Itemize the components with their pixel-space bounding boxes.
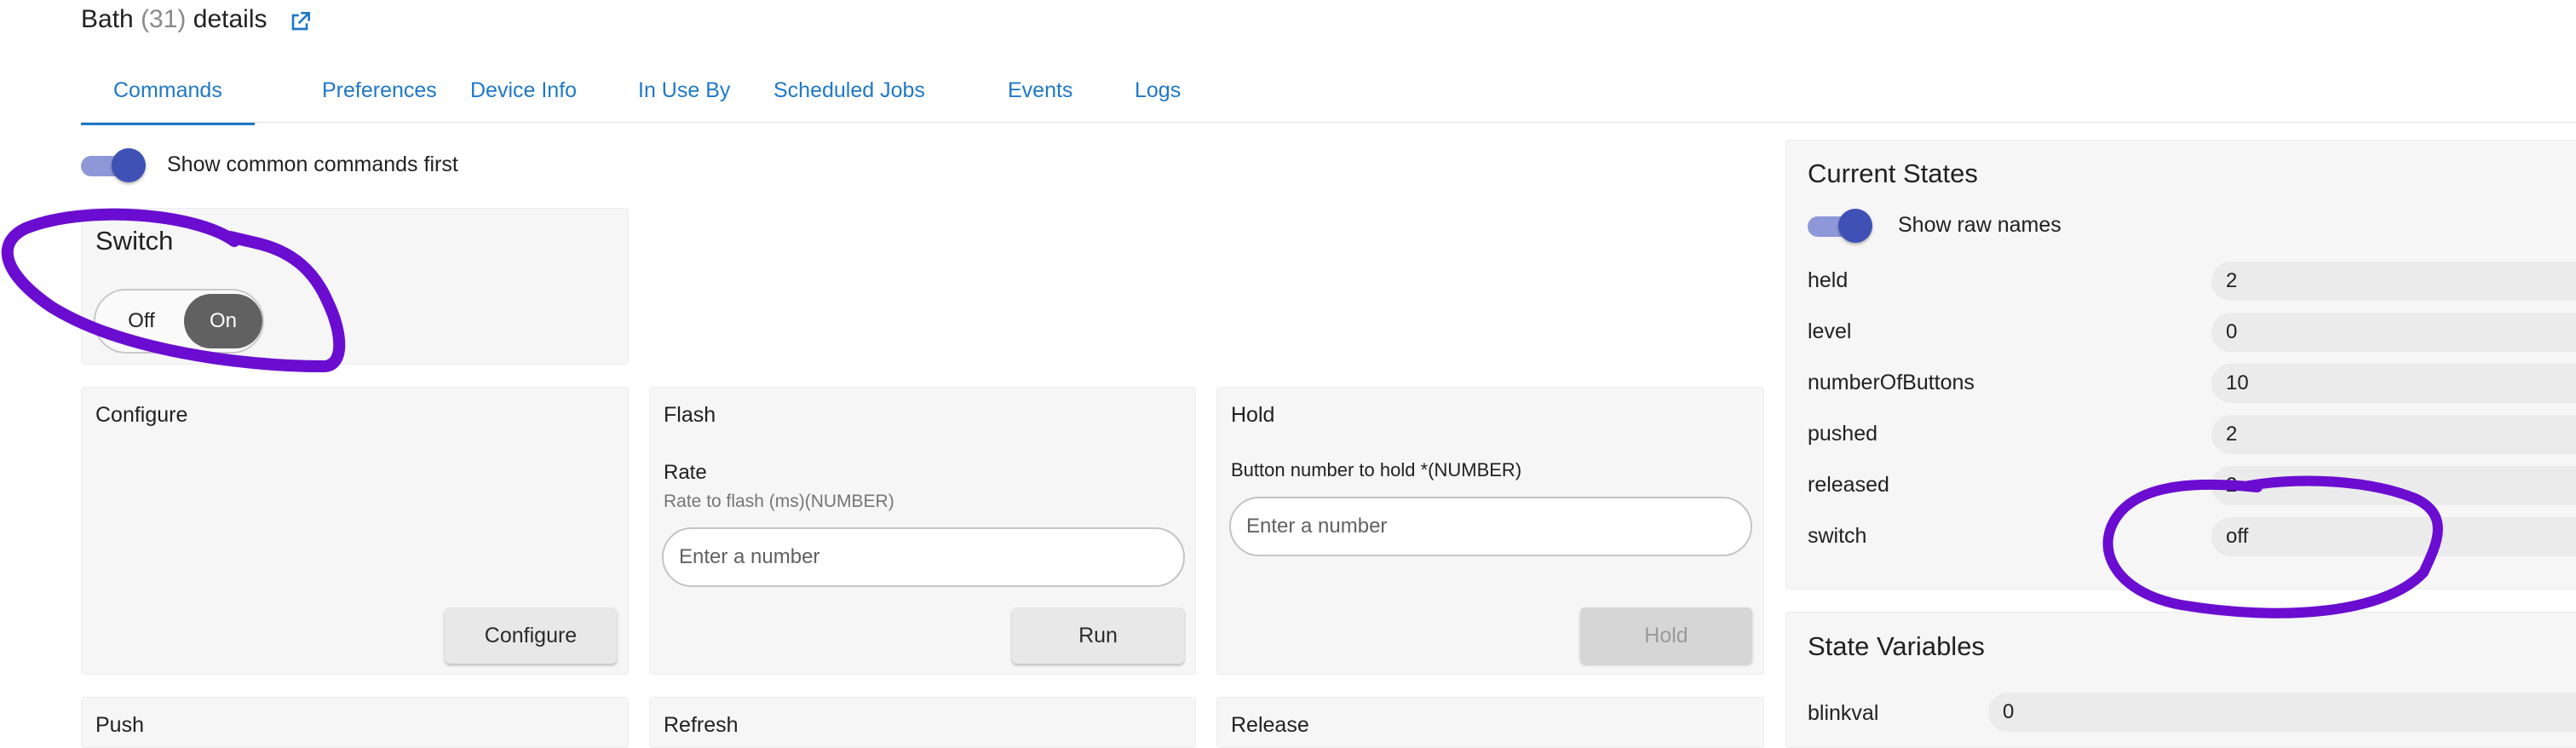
switch-value-annotation-circle	[2102, 475, 2443, 619]
switch-annotation-circle	[1, 208, 346, 372]
annotation-overlay	[1, 208, 2443, 619]
